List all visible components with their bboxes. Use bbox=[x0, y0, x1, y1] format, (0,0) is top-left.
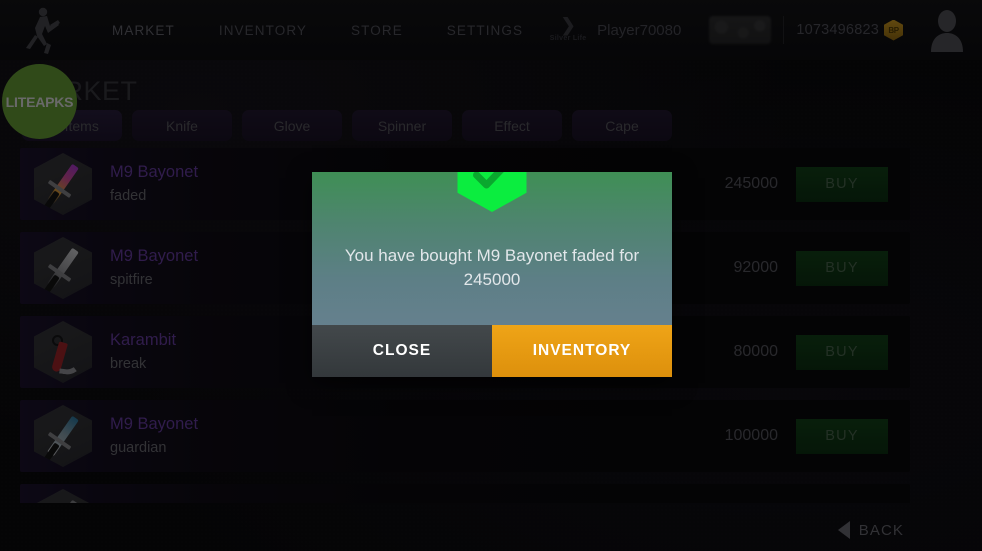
dialog-actions: CLOSE INVENTORY bbox=[312, 325, 672, 377]
close-button[interactable]: CLOSE bbox=[312, 325, 492, 377]
dialog-message: You have bought M9 Bayonet faded for 245… bbox=[344, 245, 640, 289]
inventory-button[interactable]: INVENTORY bbox=[492, 325, 672, 377]
app-root: MARKET INVENTORY STORE SETTINGS ❯ Silver… bbox=[0, 0, 982, 551]
purchase-success-dialog: You have bought M9 Bayonet faded for 245… bbox=[312, 172, 672, 377]
